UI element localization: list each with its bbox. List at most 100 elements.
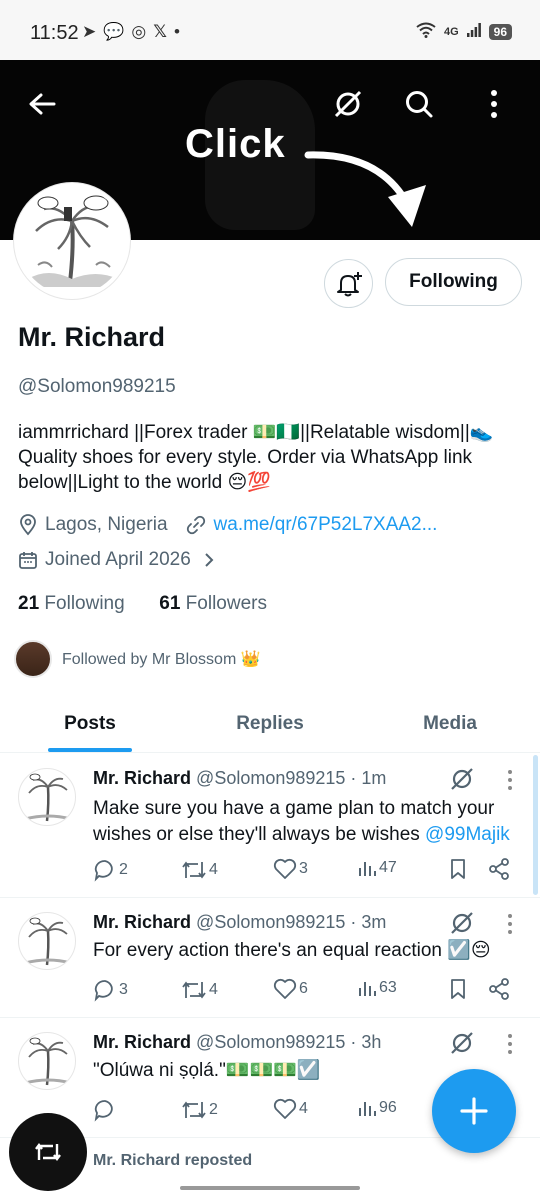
post-header: Mr. Richard @Solomon989215 · 1m [93, 768, 386, 789]
heart-icon [273, 978, 297, 999]
tab-media[interactable]: Media [360, 695, 540, 752]
post-more-button[interactable] [500, 912, 520, 936]
wifi-icon [416, 22, 436, 41]
reply-button[interactable]: 2 [93, 858, 128, 882]
post-grok-button[interactable] [449, 910, 475, 941]
post-item[interactable]: Mr. Richard @Solomon989215 · 1m Make sur… [0, 754, 540, 898]
back-button[interactable] [20, 82, 64, 126]
status-right-icons: 4G 96 [416, 22, 512, 41]
bookmark-icon [451, 979, 465, 999]
followed-by-text: Followed by Mr Blossom 👑 [62, 651, 261, 668]
whatsapp-icon: ◎ [131, 22, 147, 41]
post-more-button[interactable] [500, 1032, 520, 1056]
followed-by-row[interactable]: Followed by Mr Blossom 👑 [14, 640, 261, 678]
location-pin-icon [20, 514, 36, 536]
status-time: 11:52 [30, 22, 79, 44]
views-chart-icon [359, 1102, 376, 1116]
post-author-name[interactable]: Mr. Richard [93, 768, 191, 788]
bell-plus-icon [336, 271, 362, 296]
views-button[interactable]: 63 [357, 978, 397, 998]
post-text: For every action there's an equal reacti… [93, 940, 491, 961]
post-avatar[interactable] [18, 768, 76, 826]
x-icon: 𝕏 [153, 22, 167, 41]
post-avatar[interactable] [18, 1032, 76, 1090]
share-button[interactable] [488, 858, 510, 880]
search-button[interactable] [397, 82, 441, 126]
repost-icon [182, 861, 206, 879]
followers-count-link[interactable]: 61 Followers [159, 593, 267, 614]
following-count-link[interactable]: 21 Following [18, 593, 125, 614]
views-chart-icon [359, 982, 376, 996]
notifications-bell-button[interactable] [324, 259, 373, 308]
grok-button[interactable] [326, 82, 370, 126]
palm-tree-avatar-image [24, 773, 72, 822]
post-grok-button[interactable] [449, 766, 475, 797]
battery-icon: 96 [488, 23, 512, 40]
chat-icon: 💬 [103, 22, 125, 41]
post-header: Mr. Richard @Solomon989215 · 3h [93, 1032, 381, 1053]
profile-avatar[interactable] [14, 183, 130, 299]
grok-icon [451, 1032, 473, 1054]
post-item[interactable]: Mr. Richard @Solomon989215 · 3m For ever… [0, 898, 540, 1018]
plus-icon [460, 1097, 488, 1125]
more-vertical-icon [508, 770, 512, 790]
status-notification-icons: ➤ 💬 ◎ 𝕏 • [82, 22, 180, 42]
profile-name: Mr. Richard [18, 322, 166, 352]
share-button[interactable] [488, 978, 510, 1000]
like-button[interactable]: 3 [273, 858, 308, 880]
like-button[interactable]: 4 [273, 1098, 308, 1120]
palm-tree-avatar-image [24, 917, 72, 966]
repost-button[interactable]: 4 [181, 858, 218, 882]
repost-floating-button[interactable] [9, 1113, 87, 1191]
profile-joined-row[interactable]: Joined April 2026 [18, 549, 215, 571]
post-meta: @Solomon989215 · 1m [196, 768, 387, 788]
tab-posts[interactable]: Posts [0, 695, 180, 752]
link-icon [186, 515, 205, 535]
reply-icon [94, 980, 113, 1002]
like-button[interactable]: 6 [273, 978, 308, 1000]
home-gesture-bar[interactable] [180, 1186, 360, 1190]
more-options-button[interactable] [472, 82, 516, 126]
views-button[interactable]: 47 [357, 858, 397, 878]
profile-tabs: Posts Replies Media [0, 695, 540, 753]
post-grok-button[interactable] [449, 1030, 475, 1061]
post-more-button[interactable] [500, 768, 520, 792]
post-author-name[interactable]: Mr. Richard [93, 1032, 191, 1052]
repost-button[interactable]: 2 [181, 1098, 218, 1122]
banner-arrow-icon [304, 151, 426, 227]
reply-button[interactable]: 3 [93, 978, 128, 1002]
post-text: Make sure you have a game plan to match … [93, 798, 510, 845]
reposted-label: Mr. Richard reposted [93, 1152, 253, 1169]
profile-location: Lagos, Nigeria [45, 514, 168, 535]
dot-icon: • [173, 22, 180, 41]
compose-post-button[interactable] [432, 1069, 516, 1153]
post-meta: @Solomon989215 · 3h [196, 1032, 382, 1052]
heart-icon [273, 858, 297, 879]
grok-icon [451, 768, 473, 790]
reply-button[interactable] [93, 1098, 119, 1122]
profile-website-link[interactable]: wa.me/qr/67P52L7XAA2... [214, 514, 438, 536]
banner-text: Click [185, 122, 286, 166]
more-vertical-icon [508, 914, 512, 934]
more-vertical-icon [491, 90, 497, 118]
tab-replies[interactable]: Replies [180, 695, 360, 752]
post-avatar[interactable] [18, 912, 76, 970]
repost-button[interactable]: 4 [181, 978, 218, 1002]
views-chart-icon [359, 862, 376, 876]
grok-icon [451, 912, 473, 934]
repost-icon [182, 981, 206, 999]
chevron-right-icon [205, 553, 214, 567]
bookmark-button[interactable] [448, 978, 468, 1000]
more-vertical-icon [508, 1034, 512, 1054]
views-button[interactable]: 96 [357, 1098, 397, 1118]
share-icon [489, 858, 509, 880]
network-label: 4G [443, 25, 459, 38]
following-button[interactable]: Following [385, 258, 522, 306]
reply-icon [94, 860, 113, 882]
calendar-icon [19, 552, 37, 569]
bookmark-button[interactable] [448, 858, 468, 880]
post-mention-link[interactable]: @99Majik [425, 824, 510, 845]
search-icon [406, 91, 433, 118]
post-author-name[interactable]: Mr. Richard [93, 912, 191, 932]
post-actions: 3 4 6 63 [93, 978, 523, 1004]
